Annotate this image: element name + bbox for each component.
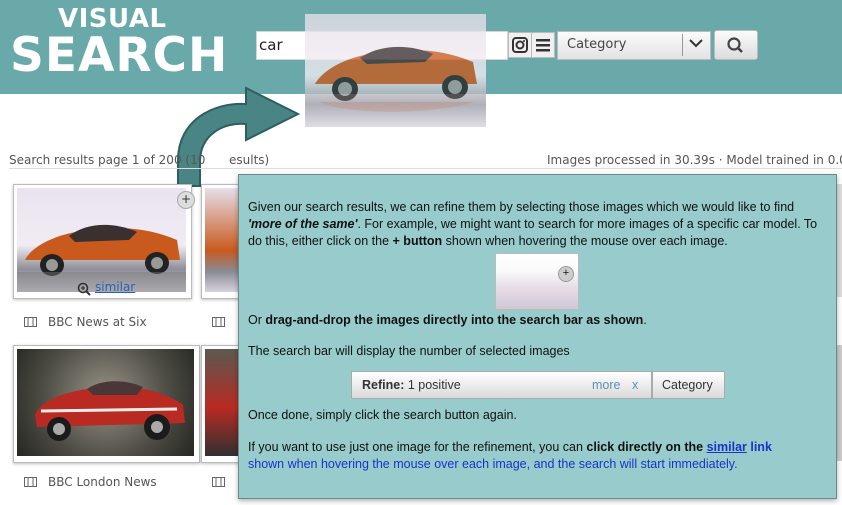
- film-icon: [24, 477, 37, 487]
- dragged-image: [305, 14, 486, 127]
- magnifier-icon: [727, 37, 743, 53]
- help-emphasis: click directly on the: [586, 440, 707, 454]
- processing-stats: Images processed in 30.39s · Model train…: [547, 153, 842, 167]
- help-emphasis: 'more of the same': [248, 217, 358, 231]
- help-emphasis: link: [746, 440, 772, 454]
- refine-label: Refine: 1 positive: [362, 378, 461, 392]
- result-thumbnail[interactable]: [201, 345, 243, 463]
- film-icon: [24, 317, 37, 327]
- help-paragraph-4: Once done, simply click the search butto…: [248, 408, 517, 422]
- example-refine-bar: Refine: 1 positive more x: [351, 371, 652, 399]
- add-positive-icon: +: [558, 266, 574, 282]
- search-button[interactable]: [714, 30, 758, 60]
- car-image: [17, 349, 194, 456]
- help-text: .: [643, 313, 647, 327]
- film-icon: [212, 477, 225, 487]
- example-category-select: Category: [652, 371, 725, 399]
- help-text: shown when hovering the mouse over each …: [442, 234, 728, 248]
- similar-link[interactable]: similar: [95, 280, 135, 294]
- category-select-label: Category: [567, 37, 627, 52]
- help-paragraph-2: Or drag-and-drop the images directly int…: [248, 312, 828, 329]
- help-text: Or: [248, 313, 266, 327]
- help-text: Given our search results, we can refine …: [248, 200, 795, 214]
- example-category-label: Category: [662, 378, 713, 392]
- search-input-value: car: [259, 36, 283, 54]
- refine-clear-link: x: [632, 378, 639, 392]
- car-image: [205, 349, 242, 456]
- refine-label-value: 1 positive: [404, 378, 461, 392]
- thumbnail-caption[interactable]: BBC News at Six: [48, 315, 147, 329]
- add-positive-button[interactable]: +: [177, 191, 195, 209]
- category-divider: [682, 34, 683, 56]
- results-page-info-tail: esults): [229, 153, 270, 167]
- result-thumbnail[interactable]: [13, 345, 200, 463]
- instagram-icon: [512, 37, 528, 53]
- result-thumbnail[interactable]: [201, 184, 243, 299]
- help-emphasis: drag-and-drop the images directly into t…: [265, 313, 644, 327]
- help-popup: Given our search results, we can refine …: [238, 174, 837, 499]
- refine-label-key: Refine:: [362, 378, 405, 392]
- list-view-button[interactable]: [531, 32, 555, 58]
- help-emphasis: + button: [392, 234, 443, 248]
- upload-image-button[interactable]: [508, 32, 532, 58]
- help-paragraph-3: The search bar will display the number o…: [248, 344, 570, 358]
- example-thumbnail: +: [495, 253, 579, 310]
- help-similar-link[interactable]: similar: [707, 440, 747, 454]
- film-icon: [212, 317, 225, 327]
- help-paragraph-1: Given our search results, we can refine …: [248, 199, 828, 250]
- refine-more-link: more: [592, 378, 621, 392]
- help-paragraph-5: If you want to use just one image for th…: [248, 439, 828, 473]
- thumbnail-caption[interactable]: BBC London News: [48, 475, 157, 489]
- logo-search: SEARCH: [10, 28, 229, 83]
- results-page-info: Search results page 1 of 200 (10: [9, 153, 206, 167]
- divider: [9, 168, 842, 169]
- chevron-down-icon[interactable]: [688, 36, 704, 50]
- zoom-icon: [77, 282, 91, 296]
- help-text: shown when hovering the mouse over each …: [248, 457, 738, 471]
- car-image: [205, 188, 242, 292]
- help-text: If you want to use just one image for th…: [248, 440, 587, 454]
- list-icon: [536, 39, 550, 52]
